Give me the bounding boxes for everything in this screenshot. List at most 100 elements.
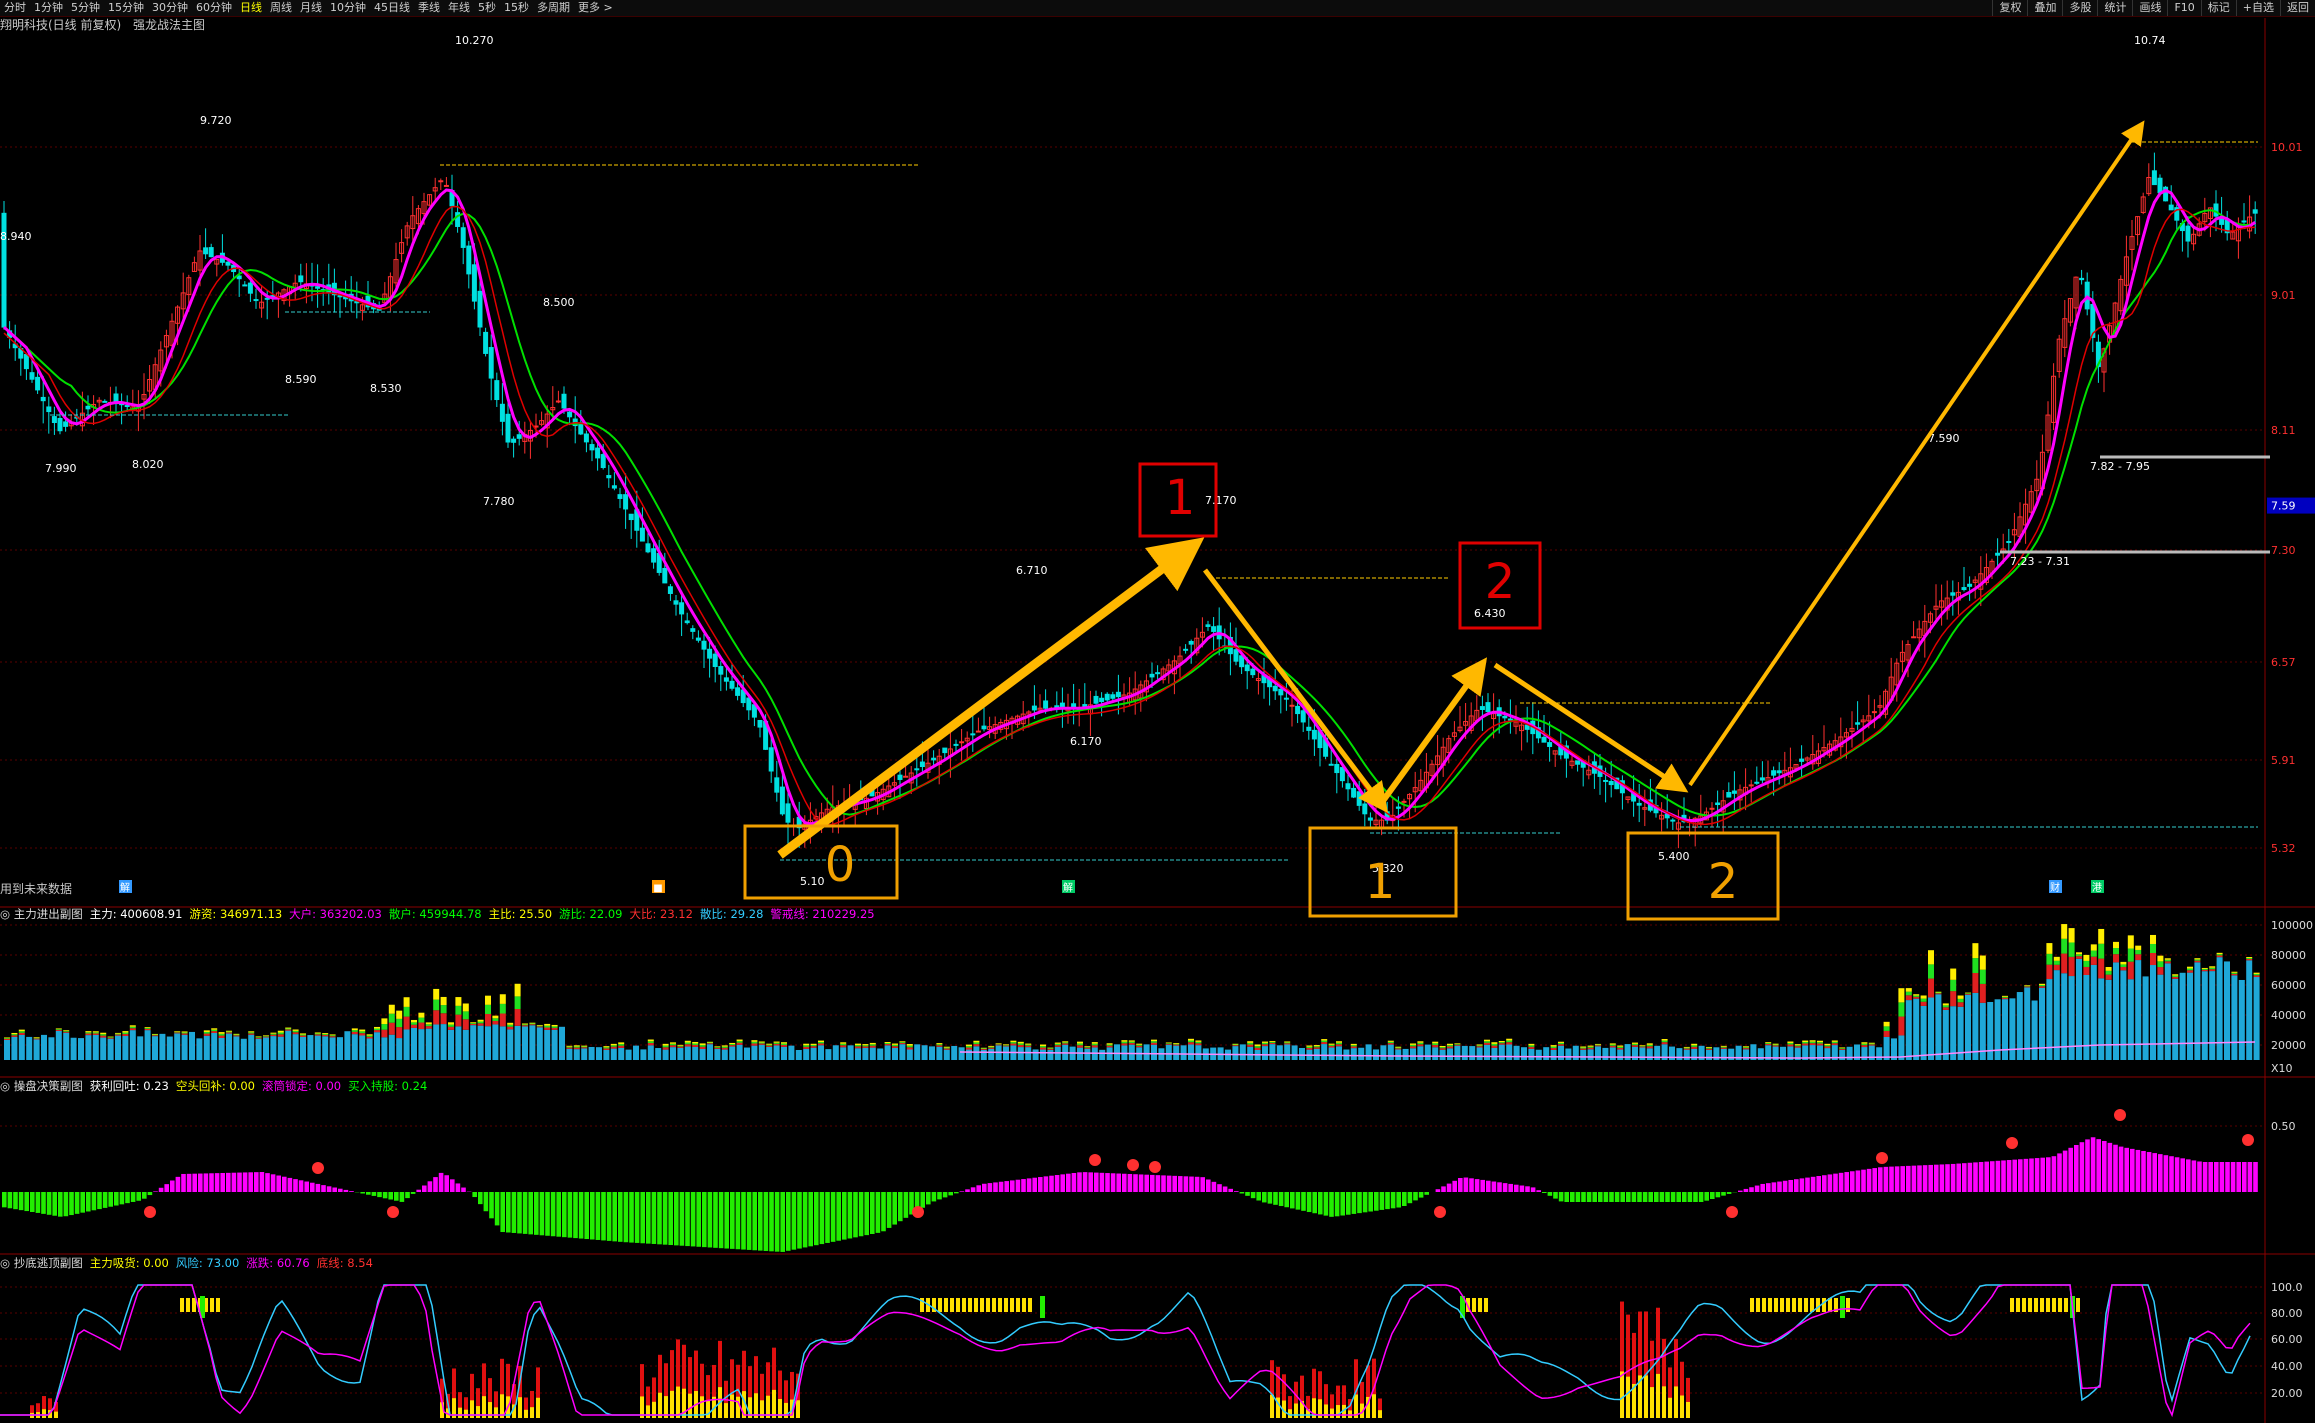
panel1-bar-blue [403,1029,410,1060]
candle-body [499,403,505,422]
panel2-bar [416,1189,421,1192]
panel2-bar [741,1192,746,1250]
panel1-bar-red [33,1038,40,1040]
candle-body [723,677,729,682]
panel1-bar-blue [137,1036,144,1060]
panel1-bar-blue [211,1032,218,1060]
panel1-bar-yellow [211,1028,218,1030]
candle-body [46,406,52,413]
panel2-bar [1043,1176,1049,1192]
price-label: 7.170 [1205,494,1237,507]
panel2-bar [674,1192,679,1246]
panel3-yellow-bar [1620,1371,1624,1418]
panel1-bar-yellow [1824,1043,1831,1046]
panel1-bar-yellow [2053,956,2060,961]
panel1-bar-green [396,1018,403,1028]
panel1-bar-green [433,999,440,1011]
panel1-bar-green [1979,969,1986,984]
panel1-bar-red [662,1047,669,1050]
panel1-bar-blue [181,1034,188,1060]
candle-body [555,400,561,403]
panel1-bar-yellow [1328,1043,1335,1045]
panel1-bar-green [1195,1041,1202,1044]
panel1-bar-blue [152,1036,158,1060]
panel1-bar-yellow [1254,1044,1261,1047]
pattern-box-4 [1626,831,1780,921]
panel1-bar-green [322,1034,329,1036]
panel1-bar-green [129,1026,136,1029]
panel1-bar-red [899,1043,906,1045]
panel1-bar-blue [115,1035,121,1060]
panel2-bar [226,1172,231,1192]
panel2-bar [1172,1175,1177,1192]
panel3-yellow-bar [1270,1394,1274,1418]
panel1-bar-yellow [684,1040,691,1043]
panel2-bar [46,1192,52,1215]
panel3-top-bar [968,1298,972,1312]
panel1-bar-green [2002,996,2008,998]
panel1-bar-red [1868,1044,1875,1046]
price-label: 9.720 [200,114,232,127]
panel-field-2: 涨跌: 60.76 [246,1256,310,1270]
pattern-box-number: 2 [1708,854,1739,910]
panel1-bar-blue [1950,1006,1957,1060]
panel1-bar-blue [862,1047,869,1060]
panel2-bar [528,1192,533,1235]
panel1-bar-blue [1143,1044,1150,1060]
panel1-bar-green [1957,998,1964,1003]
panel2-bar [1155,1175,1161,1192]
panel1-bar-yellow [892,1043,898,1045]
panel2-bar [898,1192,903,1222]
panel2-bar [2062,1150,2068,1192]
panel2-bar [1088,1172,1093,1192]
panel3-top-bar [2022,1298,2026,1312]
panel1-bar-green [2076,954,2082,957]
panel1-bar-blue [11,1036,18,1060]
panel1-bar-red [1928,978,1934,998]
panel1-bar-red [1136,1045,1143,1048]
panel-field-3: 底线: 8.54 [316,1256,373,1270]
panel1-bar-blue [507,1029,514,1060]
panel1-bar-green [388,1013,395,1023]
panel1-bar-blue [1365,1044,1372,1060]
panel1-bar-yellow [1017,1041,1024,1044]
panel2-bar [1922,1165,1928,1192]
candle-body [695,637,701,641]
panel1-bar-red [610,1046,617,1049]
panel1-bar-blue [966,1049,972,1060]
panel1-bar-blue [122,1036,129,1060]
panel1-bar-blue [448,1029,454,1060]
panel1-bar-green [1173,1043,1180,1045]
panel1-bar-green [1839,1048,1846,1049]
panel2-bar [1547,1192,1553,1196]
panel2-bar [1301,1192,1306,1211]
panel2-bar [164,1184,169,1192]
chart-canvas[interactable]: 10.019.018.117.306.575.915.327.5910.2709… [0,0,2315,1423]
panel1-bar-red [1595,1045,1601,1047]
panel-field-6: 大比: 23.12 [629,907,693,921]
panel2-bar [758,1192,763,1251]
candle-body [2006,541,2012,544]
candle-body [1300,710,1306,723]
panel1-bar-red [381,1029,388,1038]
panel2-bar [24,1192,29,1212]
candle-body [1250,668,1256,676]
panel1-bar-green [1972,958,1979,974]
price-axis-label: 5.91 [2271,754,2296,767]
candle-body [1395,806,1401,809]
panel1-bar-green [1528,1045,1535,1047]
panel3-top-bar [938,1298,942,1312]
panel2-bar [2046,1157,2051,1192]
panel1-bar-blue [196,1038,203,1060]
panel1-bar-green [973,1042,980,1045]
panel1-bar-green [1491,1043,1498,1046]
panel2-bar [752,1192,757,1251]
panel2-bar [175,1176,181,1192]
panel1-bar-green [248,1032,255,1034]
panel2-bar [926,1192,931,1205]
candle-body [57,417,63,432]
panel1-bar-green [351,1030,358,1032]
panel1-bar-green [2253,973,2260,976]
panel2-bar [993,1182,998,1192]
panel2-bar [455,1183,461,1192]
